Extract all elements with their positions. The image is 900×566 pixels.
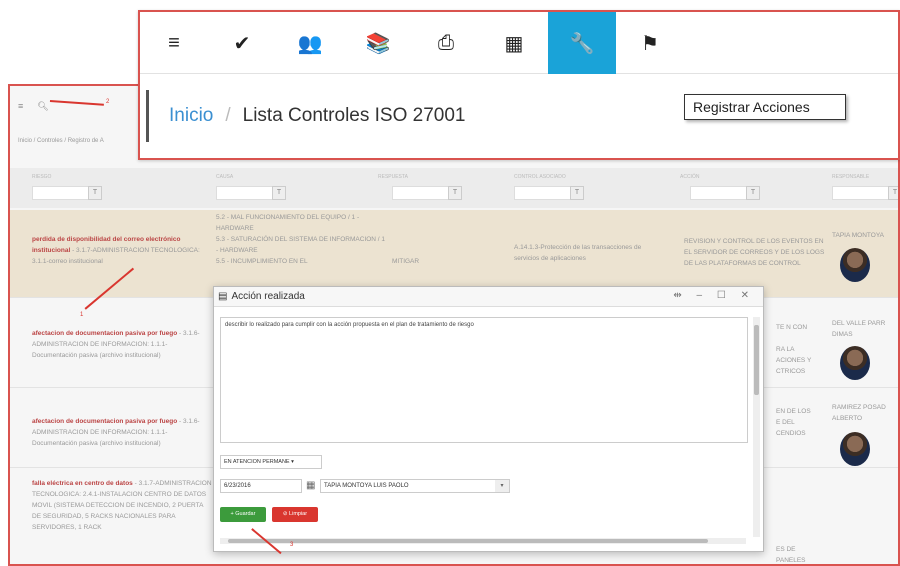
window-controls[interactable]: ⇹ – ☐ ✕	[673, 290, 755, 301]
main-nav: ≡ ✔ 👥 📚 ⎙ ▦ 🔧 ⚑	[140, 12, 898, 74]
bg-breadcrumb: Inicio / Controles / Registro de A	[18, 138, 104, 144]
table-row[interactable]: perdida de disponibilidad del correo ele…	[10, 210, 898, 298]
print-icon[interactable]: ⎙	[412, 12, 480, 74]
avatar	[840, 432, 870, 466]
check-icon[interactable]: ✔	[208, 12, 276, 74]
filter-icon[interactable]: T	[888, 186, 898, 200]
dialog-title: Acción realizada	[231, 291, 305, 302]
book-icon[interactable]: 📚	[344, 12, 412, 74]
users-icon[interactable]: 👥	[276, 12, 344, 74]
col-riesgo: RIESGO	[32, 174, 52, 180]
tooltip-registrar-acciones: Registrar Acciones	[684, 94, 846, 120]
top-navigation-window: ≡ ✔ 👥 📚 ⎙ ▦ 🔧 ⚑ Inicio / Lista Controles…	[138, 10, 900, 160]
filter-input[interactable]	[392, 186, 454, 200]
filter-input[interactable]	[32, 186, 94, 200]
date-input[interactable]: 6/23/2016	[220, 479, 302, 493]
cell-riesgo: afectacion de documentacion pasiva por f…	[32, 416, 202, 449]
vertical-scrollbar[interactable]	[753, 317, 760, 537]
calendar-icon[interactable]: ▦	[480, 12, 548, 74]
clear-button[interactable]: ⊘ Limpiar	[272, 507, 318, 522]
cell-accion: REVISION Y CONTROL DE LOS EVENTOS EN EL …	[684, 238, 825, 267]
avatar	[840, 248, 870, 282]
cell-responsable: DEL VALLE PARR DIMAS	[832, 320, 886, 338]
cell-accion: ES DE PANELES	[776, 546, 806, 564]
status-select[interactable]: EN ATENCION PERMANE ▾	[220, 455, 322, 469]
riesgo-rest: - 3.1.7-ADMINISTRACION TECNOLOGICA: 2.4.…	[32, 480, 212, 531]
col-accion: ACCIÓN	[680, 174, 700, 180]
riesgo-bold: falla eléctrica en centro de datos	[32, 480, 133, 487]
flag-icon[interactable]: ⚑	[616, 12, 684, 74]
cell-riesgo: perdida de disponibilidad del correo ele…	[32, 234, 202, 267]
col-causa: CAUSA	[216, 174, 234, 180]
status-select-value: EN ATENCION PERMANE	[224, 459, 290, 465]
table-header: RIESGO CAUSA RESPUESTA CONTROL ASOCIADO …	[10, 168, 898, 208]
riesgo-bold: afectacion de documentacion pasiva por f…	[32, 330, 178, 337]
breadcrumb-separator: /	[225, 105, 231, 126]
col-control: CONTROL ASOCIADO	[514, 174, 566, 180]
col-respuesta: RESPUESTA	[378, 174, 408, 180]
save-button[interactable]: + Guardar	[220, 507, 266, 522]
cell-responsable: RAMIREZ POSAD ALBERTO	[832, 404, 886, 422]
cell-control: A.14.1.3-Protección de las transacciones…	[514, 244, 642, 262]
dialog-icon: ▤	[218, 291, 228, 302]
filter-input[interactable]	[216, 186, 278, 200]
filter-icon[interactable]: T	[570, 186, 584, 200]
description-textarea[interactable]: describir lo realizado para cumplir con …	[220, 317, 748, 443]
col-responsable: RESPONSABLE	[832, 174, 870, 180]
wrench-icon[interactable]: 🔧	[548, 12, 616, 74]
responsible-select[interactable]: TAPIA MONTOYA LUIS PAOLO ▾	[320, 479, 510, 493]
cell-responsable: TAPIA MONTOYA	[832, 232, 885, 239]
bg-search-icon[interactable]: 🔍︎	[37, 101, 48, 112]
menu-icon[interactable]: ≡	[140, 12, 208, 74]
cell-causa: 5.2 - MAL FUNCIONAMIENTO DEL EQUIPO / 1 …	[216, 214, 386, 265]
annotation-number: 1	[80, 312, 84, 318]
cell-riesgo: afectacion de documentacion pasiva por f…	[32, 328, 202, 361]
filter-icon[interactable]: T	[448, 186, 462, 200]
filter-icon[interactable]: T	[272, 186, 286, 200]
riesgo-bold: afectacion de documentacion pasiva por f…	[32, 418, 178, 425]
breadcrumb-home[interactable]: Inicio	[169, 105, 213, 127]
cell-riesgo: falla eléctrica en centro de datos - 3.1…	[32, 478, 212, 533]
filter-icon[interactable]: T	[88, 186, 102, 200]
cell-accion: TE N CON RA LA ACIONES Y CTRICOS	[776, 324, 812, 375]
avatar	[840, 346, 870, 380]
cell-respuesta: MITIGAR	[392, 258, 420, 265]
filter-icon[interactable]: T	[746, 186, 760, 200]
chevron-down-icon[interactable]: ▾	[495, 480, 509, 492]
scroll-thumb[interactable]	[228, 539, 708, 543]
filter-input[interactable]	[514, 186, 576, 200]
filter-input[interactable]	[832, 186, 894, 200]
filter-input[interactable]	[690, 186, 752, 200]
page-title: Lista Controles ISO 27001	[242, 105, 466, 126]
cell-accion: EN DE LOS E DEL CENDIOS	[776, 408, 811, 437]
dialog-titlebar: ▤ Acción realizada ⇹ – ☐ ✕	[214, 287, 763, 307]
responsible-select-value: TAPIA MONTOYA LUIS PAOLO	[324, 483, 409, 489]
accion-realizada-dialog: ▤ Acción realizada ⇹ – ☐ ✕ describir lo …	[213, 286, 764, 552]
bg-menu-icon[interactable]: ≡	[18, 101, 23, 111]
horizontal-scrollbar[interactable]	[220, 538, 746, 544]
annotation-number: 3	[290, 542, 294, 548]
scroll-thumb[interactable]	[754, 325, 759, 395]
calendar-icon[interactable]: ▦	[306, 480, 315, 491]
annotation-number: 2	[106, 99, 110, 105]
